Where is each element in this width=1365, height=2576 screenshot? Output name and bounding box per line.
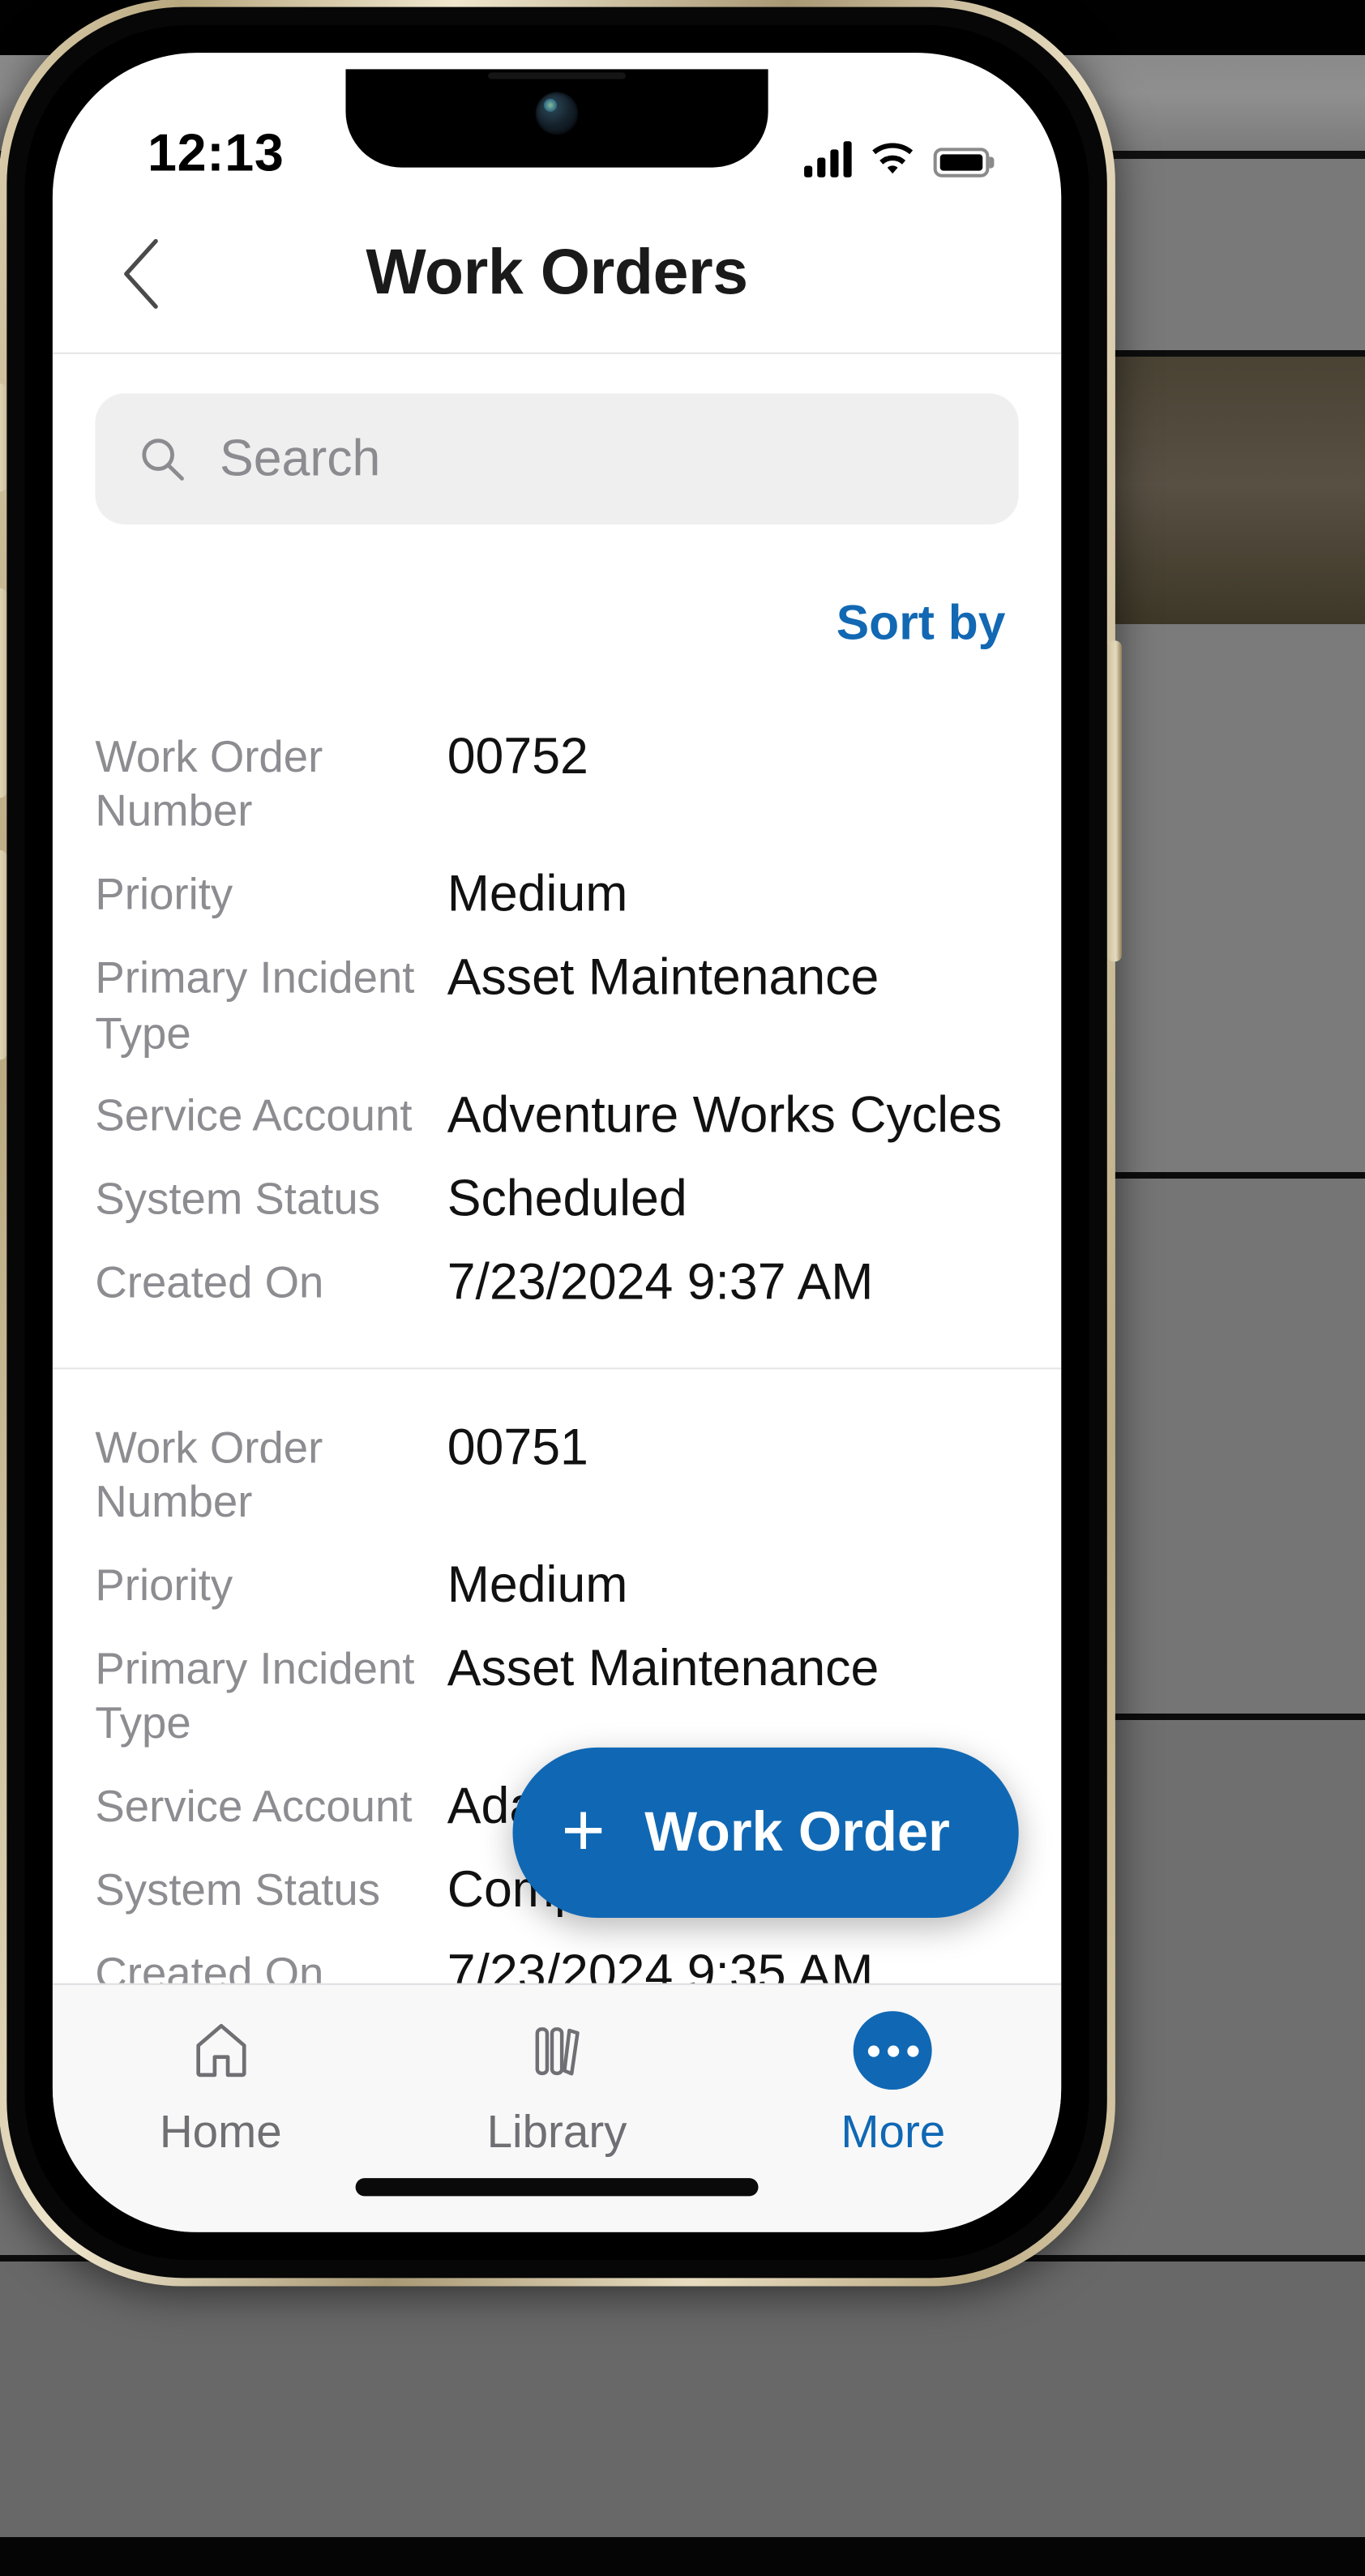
field-label: System Status — [95, 1865, 381, 1915]
battery-level-fill — [939, 154, 983, 171]
field-label: Work Order Number — [95, 1423, 323, 1527]
tab-library[interactable]: Library — [389, 2011, 725, 2159]
field-label: Primary Incident Type — [95, 953, 415, 1058]
volume-up-button[interactable] — [0, 588, 7, 798]
field-row: Priority Medium — [53, 852, 1061, 935]
field-row: Primary Incident Type Asset Maintenance — [53, 1626, 1061, 1764]
search-input[interactable]: Search — [95, 393, 1019, 524]
search-icon — [142, 439, 184, 481]
phone-bezel: 12:13 Work Orders Search Sort by Work Or… — [24, 24, 1089, 2261]
chevron-left-icon — [124, 237, 158, 308]
field-value: Asset Maintenance — [447, 948, 879, 1007]
field-label: Service Account — [95, 1090, 413, 1140]
volume-down-button[interactable] — [0, 849, 7, 1060]
tab-library-label: Library — [486, 2106, 627, 2157]
field-row: Priority Medium — [53, 1542, 1061, 1625]
field-label: Priority — [95, 1560, 233, 1610]
back-button[interactable] — [88, 220, 193, 325]
field-row: Work Order Number 00751 — [53, 1405, 1061, 1543]
field-label: Work Order Number — [95, 732, 323, 837]
field-value: Medium — [447, 864, 628, 922]
field-label: Priority — [95, 870, 233, 919]
status-bar: 12:13 — [53, 53, 1061, 194]
plus-icon: + — [561, 1787, 605, 1872]
field-value: Medium — [447, 1555, 628, 1613]
field-value: 7/23/2024 9:35 AM — [447, 1944, 874, 1983]
tab-home-label: Home — [159, 2106, 282, 2157]
field-label: System Status — [95, 1175, 381, 1224]
add-work-order-button[interactable]: + Work Order — [511, 1747, 1019, 1918]
field-row: Created On 7/23/2024 9:37 AM — [53, 1241, 1061, 1324]
home-indicator[interactable] — [355, 2178, 759, 2197]
home-icon — [185, 2011, 257, 2090]
field-row: Work Order Number 00752 — [53, 714, 1061, 852]
field-value: 00752 — [447, 727, 588, 785]
field-value: 7/23/2024 9:37 AM — [447, 1253, 874, 1312]
mute-switch-button[interactable] — [0, 383, 7, 492]
field-row: Created On 7/23/2024 9:35 AM — [53, 1931, 1061, 1983]
search-container: Search — [53, 354, 1061, 524]
tab-more-label: More — [841, 2106, 946, 2157]
sort-row: Sort by — [53, 524, 1061, 678]
field-value: Asset Maintenance — [447, 1639, 879, 1697]
cellular-signal-icon — [804, 141, 852, 178]
battery-icon — [933, 148, 990, 178]
sort-by-button[interactable]: Sort by — [837, 597, 1006, 653]
phone-frame-inner: 12:13 Work Orders Search Sort by Work Or… — [6, 6, 1107, 2279]
table-row[interactable]: Work Order Number 00752 Priority Medium … — [52, 678, 1062, 1369]
page-title: Work Orders — [366, 237, 748, 308]
tab-more[interactable]: More — [725, 2011, 1061, 2159]
add-work-order-label: Work Order — [644, 1800, 950, 1864]
field-row: Primary Incident Type Asset Maintenance — [53, 935, 1061, 1073]
nav-header: Work Orders — [52, 193, 1062, 354]
field-label: Created On — [95, 1258, 324, 1308]
field-row: System Status Scheduled — [53, 1157, 1061, 1240]
field-value: 00751 — [447, 1418, 588, 1475]
field-label: Service Account — [95, 1781, 413, 1831]
status-bar-time: 12:13 — [148, 123, 285, 182]
power-button[interactable] — [1106, 640, 1122, 962]
more-ellipsis-icon — [854, 2011, 933, 2090]
status-bar-icons — [804, 141, 990, 184]
wifi-icon — [872, 143, 914, 174]
field-value: Scheduled — [447, 1170, 687, 1228]
tab-home[interactable]: Home — [53, 2011, 389, 2159]
phone-screen: 12:13 Work Orders Search Sort by Work Or… — [52, 53, 1062, 2232]
field-label: Primary Incident Type — [95, 1644, 415, 1748]
field-label: Created On — [95, 1949, 324, 1983]
search-placeholder: Search — [219, 429, 381, 487]
phone-frame: 12:13 Work Orders Search Sort by Work Or… — [0, 0, 1122, 2287]
field-value: Adventure Works Cycles — [447, 1085, 1003, 1144]
library-icon — [521, 2011, 593, 2090]
field-row: Service Account Adventure Works Cycles — [53, 1073, 1061, 1157]
work-order-list-scroll[interactable]: Search Sort by Work Order Number 00752 P… — [52, 353, 1062, 1983]
